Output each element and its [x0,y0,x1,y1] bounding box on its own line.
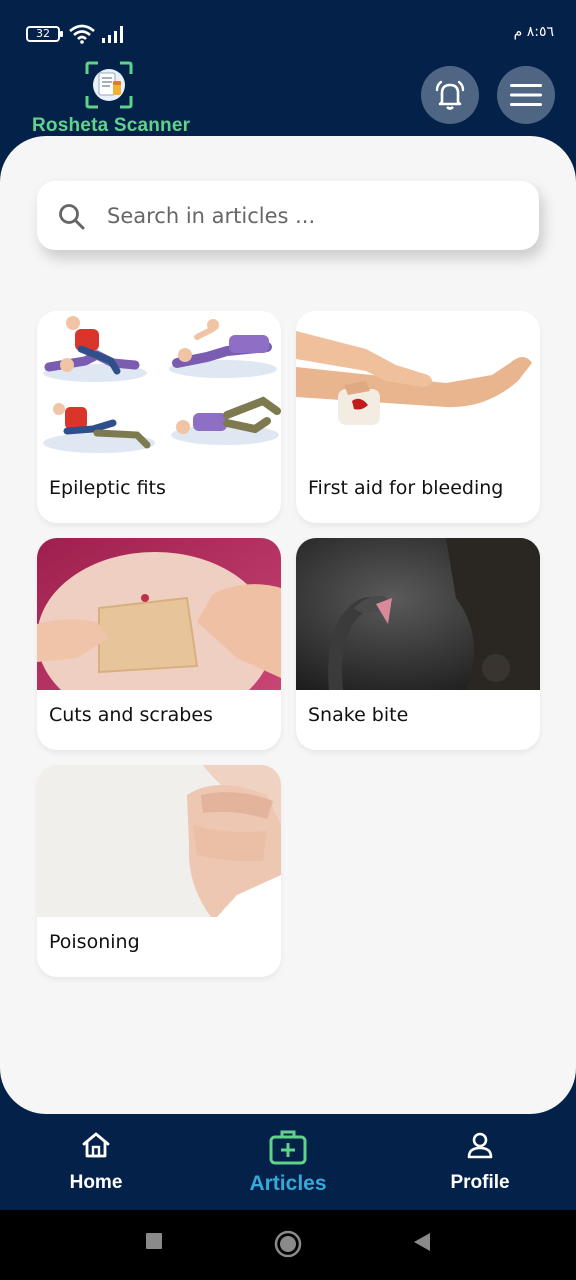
status-bar: 32 ٨:٥٦ م [0,0,576,58]
battery-icon: 32 [26,26,63,42]
medical-kit-icon [269,1130,307,1165]
nav-articles-label: Articles [249,1172,327,1195]
search-input[interactable] [107,181,517,250]
poisoning-image [37,765,281,917]
article-card-snake-bite[interactable]: Snake bite [296,538,540,750]
notifications-button[interactable] [421,66,479,124]
scanner-logo-icon [85,61,133,109]
article-title: Epileptic fits [49,477,166,499]
snake-bite-image [296,538,540,690]
system-navigation-bar [0,1210,576,1280]
search-bar[interactable] [37,181,539,250]
signal-icon [102,26,123,43]
user-icon [467,1132,493,1159]
app-logo: Rosheta Scanner [30,58,190,138]
clock: ٨:٥٦ م [513,24,554,40]
article-card-cuts-scrabes[interactable]: Cuts and scrabes [37,538,281,750]
recent-apps-icon[interactable] [145,1232,163,1250]
bottom-navigation: Home Articles Profile [0,1114,576,1210]
article-title: Poisoning [49,931,140,953]
nav-home-label: Home [69,1172,123,1193]
home-icon [82,1132,110,1158]
articles-panel: Epileptic fits First aid for bleeding [0,136,576,1114]
hamburger-menu-icon [510,84,542,106]
battery-level: 32 [36,27,50,40]
article-title: Snake bite [308,704,409,726]
article-card-first-aid-bleeding[interactable]: First aid for bleeding [296,311,540,523]
epileptic-fits-image [37,311,281,463]
bell-ring-icon [435,80,465,110]
menu-button[interactable] [497,66,555,124]
search-icon [59,204,85,230]
article-title: First aid for bleeding [308,477,504,499]
nav-articles[interactable]: Articles [192,1114,384,1210]
app-header: Rosheta Scanner [0,58,576,138]
first-aid-bleeding-image [296,311,540,463]
article-title: Cuts and scrabes [49,704,213,726]
back-icon[interactable] [412,1232,432,1252]
article-card-epileptic-fits[interactable]: Epileptic fits [37,311,281,523]
cuts-scrabes-image [37,538,281,690]
nav-home[interactable]: Home [0,1114,192,1210]
app-name: Rosheta Scanner [32,115,191,136]
article-card-poisoning[interactable]: Poisoning [37,765,281,977]
home-circle-icon[interactable] [274,1230,302,1258]
wifi-icon [69,24,95,44]
nav-profile[interactable]: Profile [384,1114,576,1210]
nav-profile-label: Profile [450,1172,510,1193]
